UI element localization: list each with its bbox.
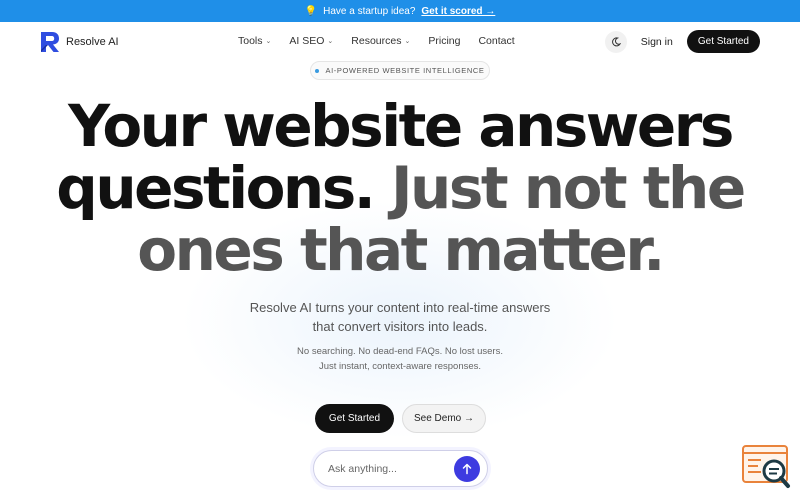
resolve-logo-icon [41, 32, 59, 52]
lightbulb-icon: 💡 [304, 5, 318, 17]
chevron-down-icon: ⌄ [265, 38, 272, 45]
logo[interactable]: Resolve AI [40, 31, 119, 53]
hero-line-2: questions. Just not the [0, 157, 800, 219]
chat-search-icon [742, 445, 790, 488]
chevron-down-icon: ⌄ [404, 38, 411, 45]
nav-item-resources[interactable]: Resources ⌄ [351, 35, 410, 47]
feature-tag: AI-POWERED WEBSITE INTELLIGENCE [310, 61, 490, 80]
nav-item-label: Contact [478, 35, 515, 47]
cta-group: Get Started See Demo → [315, 404, 486, 433]
send-button[interactable] [454, 456, 480, 482]
chat-widget-button[interactable] [741, 444, 793, 490]
hero-line-3: ones that matter. [137, 216, 665, 284]
subheadline-line-1: Resolve AI turns your content into real-… [249, 300, 551, 315]
theme-toggle-button[interactable] [604, 30, 627, 53]
hero-line-2-dark: questions. [56, 154, 375, 222]
nav-item-pricing[interactable]: Pricing [428, 35, 460, 47]
nav-item-label: AI SEO [289, 35, 325, 47]
nav-item-label: Resources [351, 35, 402, 47]
hero-headline: Your website answers questions. Just not… [0, 95, 800, 281]
arrow-up-icon [462, 463, 472, 475]
announcement-link[interactable]: Get it scored → [421, 6, 495, 17]
main-menu: Tools ⌄ AI SEO ⌄ Resources ⌄ Pricing Con… [238, 35, 533, 47]
nav-actions: Sign in Get Started [604, 30, 760, 53]
chevron-down-icon: ⌄ [327, 38, 334, 45]
nav-item-label: Tools [238, 35, 263, 47]
hero-line-1: Your website answers [68, 92, 734, 160]
see-demo-button[interactable]: See Demo → [402, 404, 486, 433]
nav-item-tools[interactable]: Tools ⌄ [238, 35, 271, 47]
moon-icon [611, 36, 621, 46]
ask-input[interactable] [328, 462, 448, 475]
announcement-bar: 💡 Have a startup idea? Get it scored → [0, 0, 800, 22]
supporting-text: No searching. No dead-end FAQs. No lost … [0, 344, 800, 374]
supporting-line-2: Just instant, context-aware responses. [318, 361, 482, 372]
ask-box [313, 450, 488, 487]
hero-line-2-grey: Just not the [390, 154, 746, 222]
brand-name: Resolve AI [66, 36, 119, 48]
subheadline: Resolve AI turns your content into real-… [0, 298, 800, 336]
announcement-text: Have a startup idea? [323, 5, 416, 17]
nav-item-label: Pricing [428, 35, 461, 47]
dot-icon [315, 68, 320, 73]
nav-item-contact[interactable]: Contact [478, 35, 514, 47]
get-started-nav-button[interactable]: Get Started [686, 30, 760, 53]
subheadline-line-2: that convert visitors into leads. [312, 319, 488, 334]
nav-item-ai-seo[interactable]: AI SEO ⌄ [289, 35, 333, 47]
supporting-line-1: No searching. No dead-end FAQs. No lost … [297, 346, 503, 357]
feature-tag-text: AI-POWERED WEBSITE INTELLIGENCE [325, 66, 485, 75]
get-started-button[interactable]: Get Started [315, 404, 394, 433]
signin-link[interactable]: Sign in [641, 36, 673, 48]
top-nav: Resolve AI Tools ⌄ AI SEO ⌄ Resources ⌄ … [0, 22, 800, 62]
